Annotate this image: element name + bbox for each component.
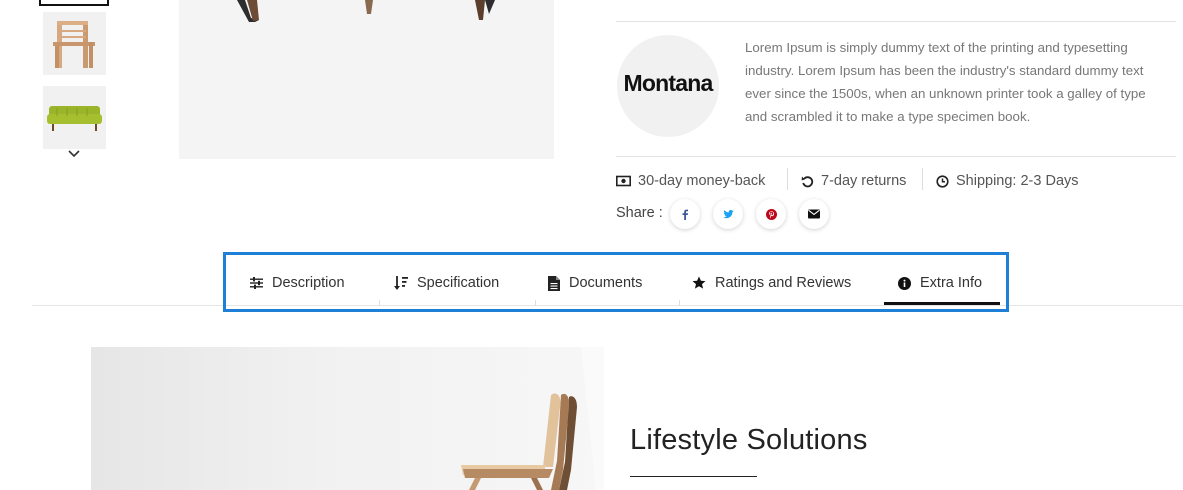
green-sofa-image	[47, 106, 102, 131]
chevron-down-icon[interactable]	[66, 147, 82, 161]
feature-separator	[922, 168, 923, 190]
feature-label: 30-day money-back	[638, 173, 766, 189]
twitter-icon	[722, 209, 734, 218]
lifestyle-title-underline	[630, 476, 757, 477]
feature-returns: 7-day returns	[801, 171, 906, 191]
armchair-thumbnail[interactable]	[43, 12, 106, 75]
feature-separator	[787, 168, 788, 190]
brand-description: Lorem Ipsum is simply dummy text of the …	[745, 40, 1146, 124]
facebook-icon	[682, 209, 688, 220]
active-thumbnail-frame[interactable]	[39, 0, 109, 6]
money-icon	[616, 175, 631, 187]
tabs-highlight-box	[223, 252, 1009, 312]
category-line	[616, 0, 1176, 8]
main-product-image	[179, 0, 554, 159]
feature-label: 7-day returns	[821, 173, 907, 189]
divider	[616, 21, 1176, 22]
share-email-button[interactable]	[799, 199, 829, 229]
share-twitter-button[interactable]	[713, 199, 743, 229]
share-facebook-button[interactable]	[670, 199, 700, 229]
pinterest-icon	[765, 208, 777, 220]
share-label: Share :	[616, 205, 663, 221]
feature-shipping: Shipping: 2-3 Days	[936, 171, 1079, 191]
brand-logo-text: Montana	[623, 70, 714, 96]
armchair-image	[53, 21, 95, 68]
clock-icon	[936, 174, 949, 188]
green-sofa-thumbnail[interactable]	[43, 86, 106, 149]
email-icon	[808, 209, 820, 219]
feature-label: Shipping: 2-3 Days	[956, 173, 1079, 189]
return-icon	[801, 175, 814, 187]
lifestyle-image	[91, 347, 604, 490]
divider	[616, 156, 1176, 157]
feature-money-back: 30-day money-back	[616, 171, 765, 191]
share-pinterest-button[interactable]	[756, 199, 786, 229]
lifestyle-title: Lifestyle Solutions	[630, 424, 868, 456]
